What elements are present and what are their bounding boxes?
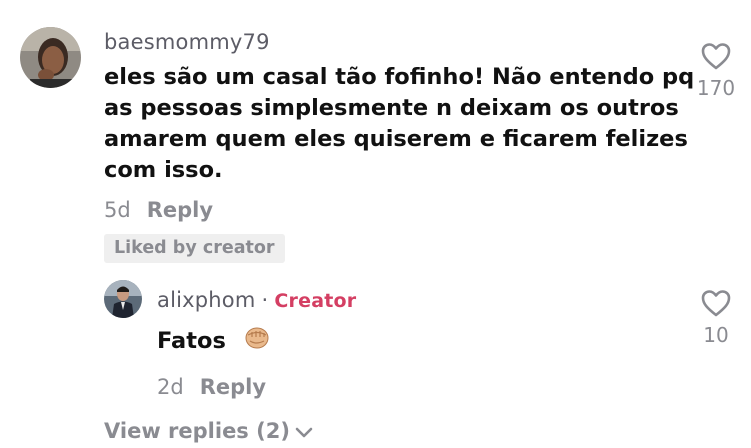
reply-header: alixphom · Creator — [157, 288, 356, 312]
reply-text-content: Fatos — [157, 328, 226, 354]
comment-like-button[interactable]: 170 — [692, 42, 740, 100]
avatar-baesmommy79[interactable] — [20, 27, 81, 88]
reply-meta: 2d Reply — [157, 375, 266, 399]
raised-fist-emoji-icon — [244, 324, 270, 359]
comment-text-line: eles são um casal tão fofinho! Não enten… — [104, 64, 695, 90]
liked-by-creator-badge: Liked by creator — [104, 234, 285, 263]
heart-outline-icon — [701, 290, 731, 317]
avatar-image — [20, 27, 81, 88]
view-replies-button[interactable]: View replies (2) — [104, 419, 314, 443]
comment-text: eles são um casal tão fofinho! Não enten… — [104, 62, 694, 186]
comment-like-count: 170 — [696, 76, 736, 100]
comment-reply-button[interactable]: Reply — [147, 198, 213, 222]
heart-outline-icon — [701, 43, 731, 70]
separator-dot: · — [261, 288, 269, 312]
comment-age: 5d — [104, 198, 131, 222]
chevron-down-icon — [295, 427, 313, 438]
comment-text-line: amarem quem eles quiserem e ficarem feli… — [104, 126, 688, 152]
reply-age: 2d — [157, 375, 184, 399]
reply-username[interactable]: alixphom — [157, 288, 256, 312]
view-replies-label: View replies (2) — [104, 419, 290, 443]
reply-reply-button[interactable]: Reply — [200, 375, 266, 399]
creator-badge: Creator — [274, 290, 357, 312]
comment-username[interactable]: baesmommy79 — [104, 30, 270, 54]
reply-text: Fatos — [157, 324, 270, 359]
reply-like-count: 10 — [703, 323, 729, 347]
comment-meta: 5d Reply — [104, 198, 213, 222]
avatar-image — [104, 280, 142, 318]
avatar-alixphom[interactable] — [104, 280, 142, 318]
reply-like-button[interactable]: 10 — [692, 289, 740, 347]
comment-text-line: com isso. — [104, 157, 223, 183]
comment-text-line: as pessoas simplesmente n deixam os outr… — [104, 95, 679, 121]
